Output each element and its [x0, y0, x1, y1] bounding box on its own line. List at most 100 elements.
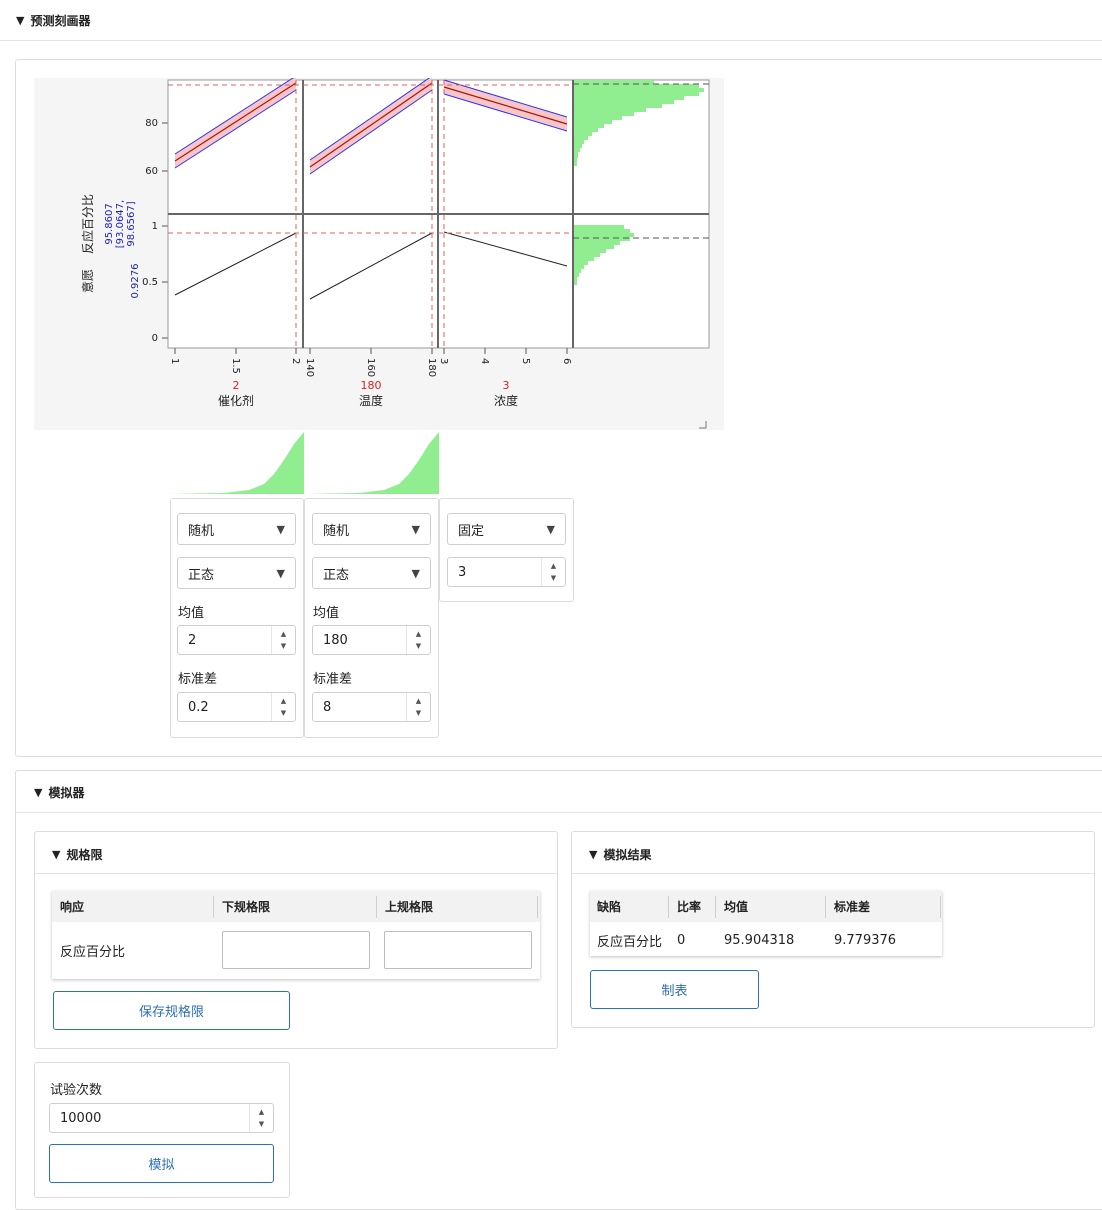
profiler-title: 预测刻画器: [30, 14, 91, 28]
make-table-button[interactable]: 制表: [590, 970, 759, 1009]
factor-current-catalyst[interactable]: 2: [233, 379, 240, 392]
header-lsl: 下规格限: [222, 900, 271, 914]
result-sd: 9.779376: [834, 932, 897, 948]
runs-value: 10000: [60, 1110, 102, 1126]
spec-limits-header[interactable]: ▼ 规格限: [52, 846, 102, 863]
header-response: 响应: [60, 900, 85, 914]
column-separator[interactable]: [825, 896, 826, 918]
x-tick-catalyst-2: 2: [290, 358, 301, 364]
y-tick-80: 80: [145, 118, 158, 129]
header-sd: 标准差: [834, 900, 871, 914]
mean-label-catalyst: 均值: [178, 606, 205, 621]
header-mean: 均值: [724, 900, 749, 914]
response-ci2-top: 98.6567]: [126, 201, 137, 246]
runs-label: 试验次数: [50, 1083, 103, 1098]
value-input-concentration[interactable]: 3 ▲ ▼: [447, 557, 566, 587]
collapse-triangle-icon[interactable]: ▼: [52, 848, 60, 861]
x-tick-conc-4: 4: [479, 358, 490, 364]
save-spec-limits-button[interactable]: 保存规格限: [53, 991, 290, 1030]
mode-value: 随机: [188, 523, 215, 539]
fixed-value: 3: [458, 564, 467, 580]
sd-input-catalyst[interactable]: 0.2 ▲ ▼: [177, 692, 296, 722]
collapse-triangle-icon[interactable]: ▼: [589, 848, 597, 861]
factor-name-temperature: 温度: [359, 393, 383, 408]
simulator-section-header[interactable]: ▼ 模拟器: [34, 784, 84, 801]
lsl-input[interactable]: [222, 931, 370, 969]
stepper-icon[interactable]: ▲ ▼: [406, 626, 430, 654]
y-tick-60: 60: [145, 166, 158, 177]
factor-current-temperature[interactable]: 180: [361, 379, 382, 392]
profiler-plot-area: 反应百分比 95.8607 [93.0647, 98.6567] 意愿 0.92…: [34, 75, 724, 430]
runs-input[interactable]: 10000 ▲ ▼: [49, 1103, 274, 1133]
stepper-icon[interactable]: ▲ ▼: [271, 693, 295, 721]
stepper-icon[interactable]: ▲ ▼: [541, 558, 565, 586]
divider: [35, 873, 557, 874]
simulate-button[interactable]: 模拟: [49, 1144, 274, 1183]
mode-select-catalyst[interactable]: 随机 ▼: [177, 513, 296, 545]
dist-value: 正态: [188, 567, 215, 583]
spec-row-label: 反应百分比: [60, 944, 126, 960]
response-value-bottom: 0.9276: [130, 264, 141, 299]
x-tick-temp-140: 140: [304, 358, 315, 377]
x-tick-temp-160: 160: [365, 358, 376, 377]
sd-label-temperature: 标准差: [313, 672, 353, 687]
spec-limits-title: 规格限: [66, 848, 103, 862]
mean-value: 180: [323, 632, 348, 648]
dropdown-arrow-icon: ▼: [411, 522, 420, 536]
sd-value: 8: [323, 699, 332, 715]
mean-input-catalyst[interactable]: 2 ▲ ▼: [177, 625, 296, 655]
y-tick-0.5: 0.5: [142, 277, 158, 288]
collapse-triangle-icon[interactable]: ▼: [34, 786, 42, 799]
mode-select-temperature[interactable]: 随机 ▼: [312, 513, 431, 545]
results-table-header: [590, 891, 942, 922]
sd-label-catalyst: 标准差: [178, 672, 218, 687]
stepper-icon[interactable]: ▲ ▼: [271, 626, 295, 654]
sim-results-header[interactable]: ▼ 模拟结果: [589, 846, 651, 863]
header-usl: 上规格限: [385, 900, 434, 914]
x-tick-conc-3: 3: [438, 358, 449, 364]
usl-input[interactable]: [384, 931, 532, 969]
spec-table-header: [52, 891, 540, 922]
column-separator[interactable]: [213, 896, 214, 918]
result-response: 反应百分比: [597, 934, 663, 950]
column-separator[interactable]: [537, 896, 538, 918]
x-tick-conc-5: 5: [520, 358, 531, 364]
dropdown-arrow-icon: ▼: [411, 566, 420, 580]
mean-value: 2: [188, 632, 197, 648]
profiler-section-header[interactable]: ▼ 预测刻画器: [16, 12, 90, 29]
factor-name-concentration: 浓度: [494, 393, 518, 408]
factor-current-concentration[interactable]: 3: [503, 379, 510, 392]
column-separator[interactable]: [376, 896, 377, 918]
response-label-top: 反应百分比: [80, 194, 95, 254]
x-tick-conc-6: 6: [561, 358, 572, 364]
response-ci-top: [93.0647,: [115, 200, 126, 248]
normal-curve-catalyst: [169, 432, 304, 494]
dropdown-arrow-icon: ▼: [546, 522, 555, 536]
normal-curve-temperature: [304, 432, 439, 494]
sd-value: 0.2: [188, 699, 209, 715]
sd-input-temperature[interactable]: 8 ▲ ▼: [312, 692, 431, 722]
header-rate: 比率: [677, 900, 702, 914]
x-tick-temp-180: 180: [426, 358, 437, 377]
sim-results-title: 模拟结果: [603, 848, 652, 862]
x-tick-catalyst-1: 1: [169, 358, 180, 364]
column-separator[interactable]: [940, 896, 941, 918]
dist-select-temperature[interactable]: 正态 ▼: [312, 557, 431, 589]
response-label-bottom: 意愿: [80, 269, 95, 293]
result-mean: 95.904318: [724, 932, 795, 948]
column-separator[interactable]: [715, 896, 716, 918]
mode-value: 固定: [458, 523, 485, 539]
stepper-icon[interactable]: ▲ ▼: [249, 1104, 273, 1132]
stepper-icon[interactable]: ▲ ▼: [406, 693, 430, 721]
mean-input-temperature[interactable]: 180 ▲ ▼: [312, 625, 431, 655]
collapse-triangle-icon[interactable]: ▼: [16, 14, 24, 27]
factor-name-catalyst: 催化剂: [218, 393, 254, 408]
distribution-curves: [169, 432, 439, 494]
mode-select-concentration[interactable]: 固定 ▼: [447, 513, 566, 545]
column-separator[interactable]: [668, 896, 669, 918]
profiler-svg: 反应百分比 95.8607 [93.0647, 98.6567] 意愿 0.92…: [80, 75, 710, 429]
mean-label-temperature: 均值: [313, 606, 340, 621]
mode-value: 随机: [323, 523, 350, 539]
dist-select-catalyst[interactable]: 正态 ▼: [177, 557, 296, 589]
resize-grip-icon[interactable]: [699, 421, 707, 429]
